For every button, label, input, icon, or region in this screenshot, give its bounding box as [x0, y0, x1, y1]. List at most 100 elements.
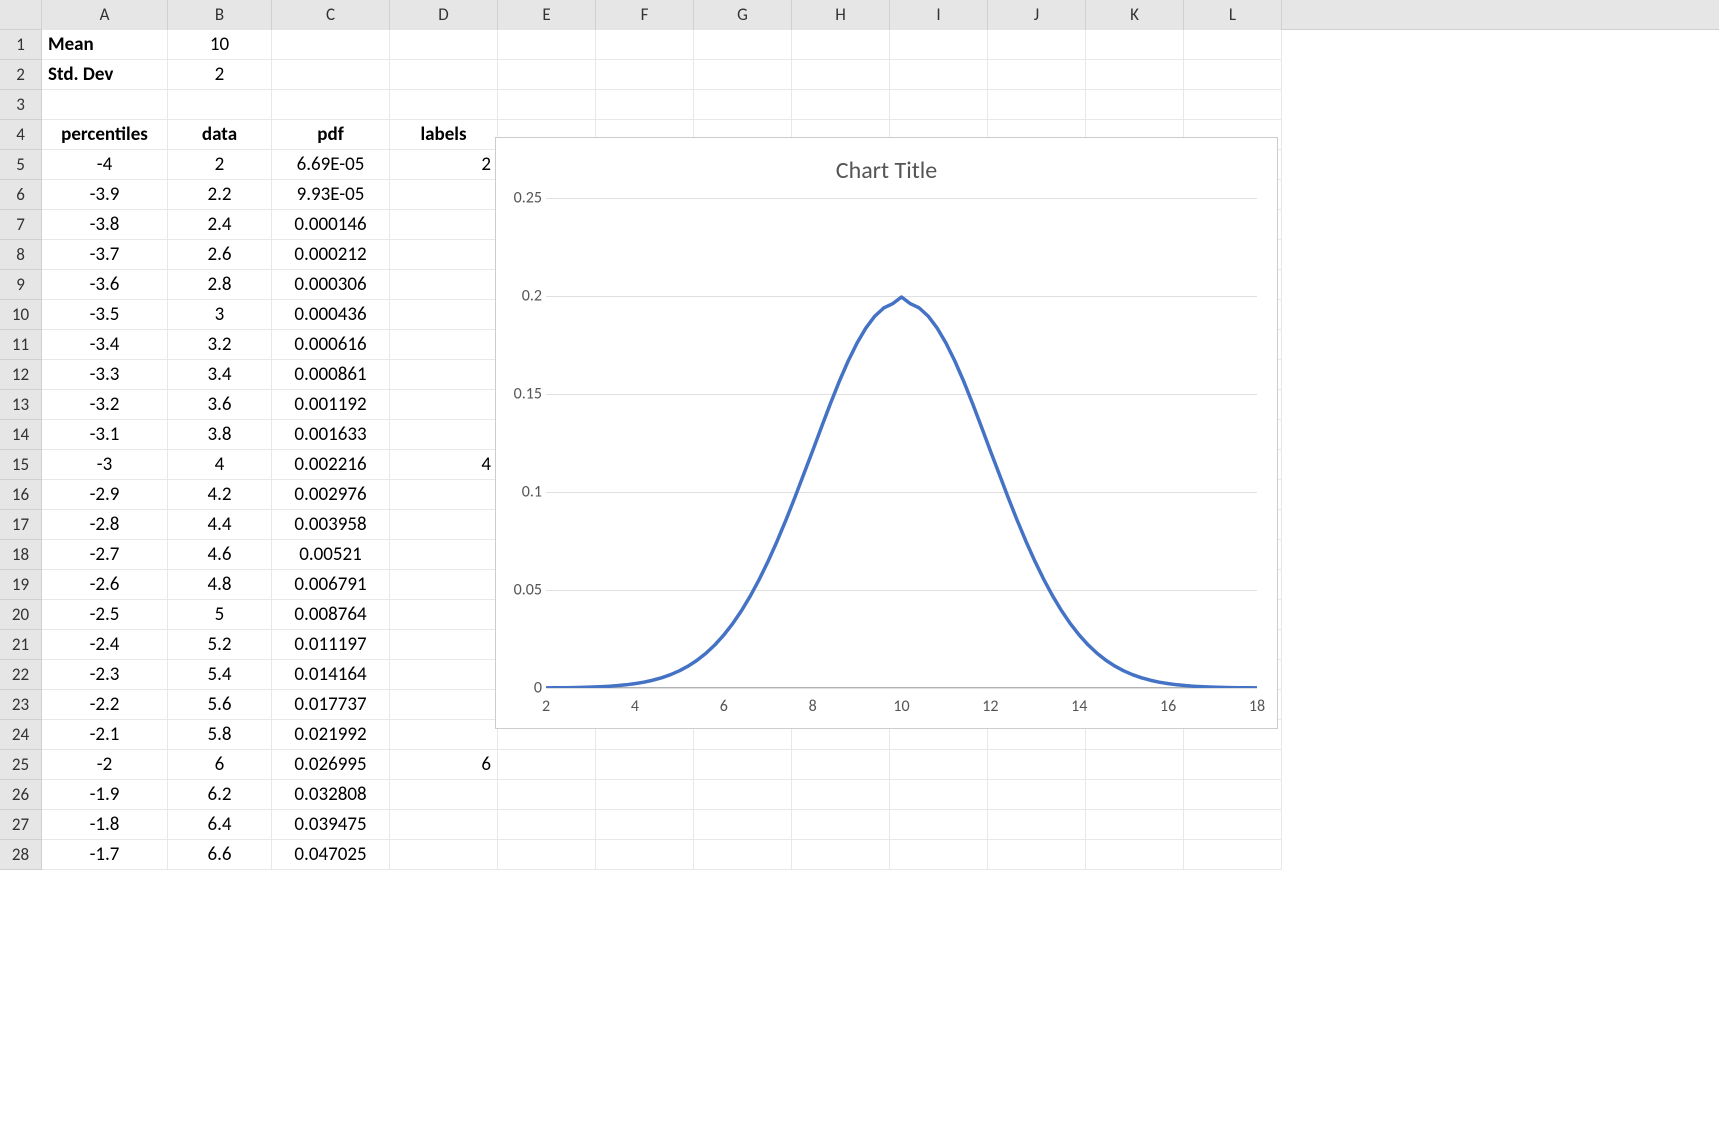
cell-g3[interactable]: [694, 90, 792, 120]
col-header-b[interactable]: B: [168, 0, 272, 30]
cell-b25[interactable]: 6: [168, 750, 272, 780]
cell-d5[interactable]: 2: [390, 150, 498, 180]
cell-b11[interactable]: 3.2: [168, 330, 272, 360]
row-header-15[interactable]: 15: [0, 450, 42, 480]
cell-c13[interactable]: 0.001192: [272, 390, 390, 420]
cell-b23[interactable]: 5.6: [168, 690, 272, 720]
row-header-25[interactable]: 25: [0, 750, 42, 780]
cell-b17[interactable]: 4.4: [168, 510, 272, 540]
row-header-24[interactable]: 24: [0, 720, 42, 750]
cell-l2[interactable]: [1184, 60, 1282, 90]
cell-j26[interactable]: [988, 780, 1086, 810]
cell-b13[interactable]: 3.6: [168, 390, 272, 420]
cell-d16[interactable]: [390, 480, 498, 510]
cell-b8[interactable]: 2.6: [168, 240, 272, 270]
cell-f2[interactable]: [596, 60, 694, 90]
cell-d2[interactable]: [390, 60, 498, 90]
cell-d13[interactable]: [390, 390, 498, 420]
row-header-26[interactable]: 26: [0, 780, 42, 810]
cell-k26[interactable]: [1086, 780, 1184, 810]
cell-a5[interactable]: -4: [42, 150, 168, 180]
cell-e3[interactable]: [498, 90, 596, 120]
cell-d18[interactable]: [390, 540, 498, 570]
cell-d10[interactable]: [390, 300, 498, 330]
cell-g28[interactable]: [694, 840, 792, 870]
cell-c11[interactable]: 0.000616: [272, 330, 390, 360]
cell-c8[interactable]: 0.000212: [272, 240, 390, 270]
cell-b12[interactable]: 3.4: [168, 360, 272, 390]
cell-b22[interactable]: 5.4: [168, 660, 272, 690]
cell-b6[interactable]: 2.2: [168, 180, 272, 210]
col-header-l[interactable]: L: [1184, 0, 1282, 30]
cell-d15[interactable]: 4: [390, 450, 498, 480]
row-header-11[interactable]: 11: [0, 330, 42, 360]
cell-f27[interactable]: [596, 810, 694, 840]
cell-l3[interactable]: [1184, 90, 1282, 120]
cell-b2[interactable]: 2: [168, 60, 272, 90]
cell-f28[interactable]: [596, 840, 694, 870]
cell-a28[interactable]: -1.7: [42, 840, 168, 870]
cell-h28[interactable]: [792, 840, 890, 870]
cell-f26[interactable]: [596, 780, 694, 810]
cell-a10[interactable]: -3.5: [42, 300, 168, 330]
chart-object[interactable]: Chart Title 00.050.10.150.20.25246810121…: [495, 137, 1278, 729]
col-header-f[interactable]: F: [596, 0, 694, 30]
cell-a24[interactable]: -2.1: [42, 720, 168, 750]
cell-b19[interactable]: 4.8: [168, 570, 272, 600]
cell-b14[interactable]: 3.8: [168, 420, 272, 450]
cell-b15[interactable]: 4: [168, 450, 272, 480]
col-header-h[interactable]: H: [792, 0, 890, 30]
cell-j3[interactable]: [988, 90, 1086, 120]
cell-l26[interactable]: [1184, 780, 1282, 810]
col-header-i[interactable]: I: [890, 0, 988, 30]
row-header-1[interactable]: 1: [0, 30, 42, 60]
cell-a11[interactable]: -3.4: [42, 330, 168, 360]
row-header-21[interactable]: 21: [0, 630, 42, 660]
cell-d11[interactable]: [390, 330, 498, 360]
cell-a21[interactable]: -2.4: [42, 630, 168, 660]
cell-h25[interactable]: [792, 750, 890, 780]
row-header-12[interactable]: 12: [0, 360, 42, 390]
cell-a2[interactable]: Std. Dev: [42, 60, 168, 90]
cell-d3[interactable]: [390, 90, 498, 120]
cell-a7[interactable]: -3.8: [42, 210, 168, 240]
cell-d22[interactable]: [390, 660, 498, 690]
cell-a20[interactable]: -2.5: [42, 600, 168, 630]
cell-h1[interactable]: [792, 30, 890, 60]
cell-a22[interactable]: -2.3: [42, 660, 168, 690]
col-header-j[interactable]: J: [988, 0, 1086, 30]
row-header-18[interactable]: 18: [0, 540, 42, 570]
cell-c24[interactable]: 0.021992: [272, 720, 390, 750]
cell-d12[interactable]: [390, 360, 498, 390]
cell-c9[interactable]: 0.000306: [272, 270, 390, 300]
cell-g26[interactable]: [694, 780, 792, 810]
cell-c14[interactable]: 0.001633: [272, 420, 390, 450]
row-header-23[interactable]: 23: [0, 690, 42, 720]
cell-c10[interactable]: 0.000436: [272, 300, 390, 330]
cell-c1[interactable]: [272, 30, 390, 60]
cell-g2[interactable]: [694, 60, 792, 90]
row-header-16[interactable]: 16: [0, 480, 42, 510]
cell-a16[interactable]: -2.9: [42, 480, 168, 510]
cell-d6[interactable]: [390, 180, 498, 210]
cell-c27[interactable]: 0.039475: [272, 810, 390, 840]
col-header-g[interactable]: G: [694, 0, 792, 30]
cell-c23[interactable]: 0.017737: [272, 690, 390, 720]
cell-c5[interactable]: 6.69E-05: [272, 150, 390, 180]
cell-b27[interactable]: 6.4: [168, 810, 272, 840]
cell-c28[interactable]: 0.047025: [272, 840, 390, 870]
cell-l27[interactable]: [1184, 810, 1282, 840]
cell-a3[interactable]: [42, 90, 168, 120]
cell-b7[interactable]: 2.4: [168, 210, 272, 240]
cell-d17[interactable]: [390, 510, 498, 540]
cell-e2[interactable]: [498, 60, 596, 90]
cell-l1[interactable]: [1184, 30, 1282, 60]
row-header-8[interactable]: 8: [0, 240, 42, 270]
cell-k28[interactable]: [1086, 840, 1184, 870]
row-header-6[interactable]: 6: [0, 180, 42, 210]
cell-a23[interactable]: -2.2: [42, 690, 168, 720]
cell-i1[interactable]: [890, 30, 988, 60]
cell-b9[interactable]: 2.8: [168, 270, 272, 300]
cell-d7[interactable]: [390, 210, 498, 240]
cell-d23[interactable]: [390, 690, 498, 720]
